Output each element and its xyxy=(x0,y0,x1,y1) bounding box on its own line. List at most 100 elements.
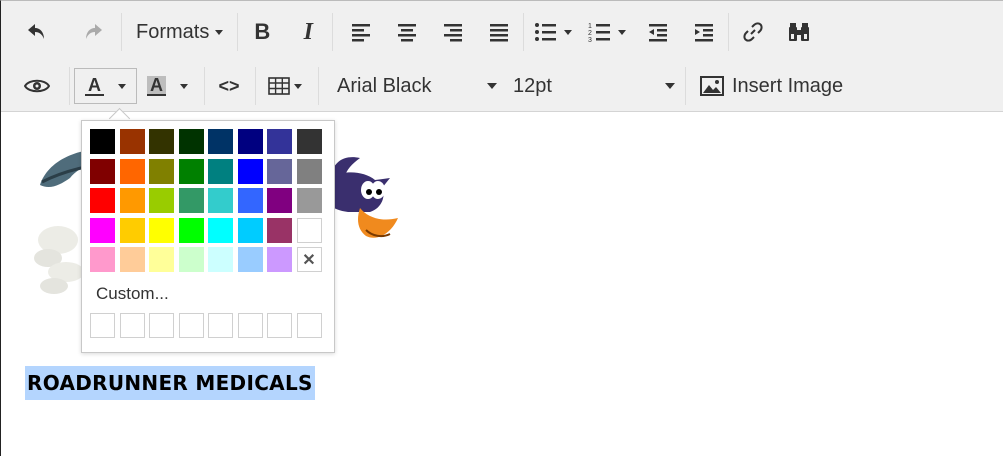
color-swatch[interactable] xyxy=(149,158,174,184)
toolbar-row-2: A A <> Arial Black 12pt Insert Image xyxy=(1,61,851,111)
custom-color-slot[interactable] xyxy=(90,313,115,338)
text-color-button[interactable]: A xyxy=(74,68,137,104)
color-swatch[interactable] xyxy=(237,217,263,243)
toolbar-separator xyxy=(332,13,334,51)
custom-color-link[interactable]: Custom... xyxy=(96,284,169,304)
toolbar-separator xyxy=(728,13,730,51)
color-swatch[interactable] xyxy=(208,188,233,213)
color-swatch[interactable] xyxy=(119,188,145,213)
custom-color-slot[interactable] xyxy=(237,313,263,338)
color-swatch[interactable] xyxy=(90,188,115,213)
color-swatch[interactable] xyxy=(296,129,322,154)
color-swatch[interactable] xyxy=(178,129,204,154)
color-swatch[interactable] xyxy=(296,188,322,213)
font-family-select[interactable]: Arial Black xyxy=(325,68,503,104)
custom-color-slot[interactable] xyxy=(149,313,174,338)
color-swatch[interactable] xyxy=(296,158,322,184)
color-swatch[interactable] xyxy=(178,188,204,213)
color-swatch[interactable] xyxy=(296,217,322,243)
color-swatch[interactable] xyxy=(267,188,292,213)
color-swatch[interactable] xyxy=(149,247,174,272)
undo-icon xyxy=(28,24,44,39)
background-color-icon: A xyxy=(147,76,166,96)
outdent-icon xyxy=(649,24,668,42)
link-icon xyxy=(743,22,763,42)
formats-dropdown[interactable]: Formats xyxy=(128,14,231,50)
chevron-down-icon[interactable] xyxy=(118,83,126,89)
custom-color-slot[interactable] xyxy=(178,313,204,338)
color-swatch[interactable] xyxy=(178,158,204,184)
italic-button[interactable]: I xyxy=(290,14,326,50)
color-swatch[interactable] xyxy=(267,158,292,184)
color-swatch[interactable] xyxy=(237,158,263,184)
custom-color-slot[interactable] xyxy=(267,313,292,338)
bullet-list-button[interactable] xyxy=(530,14,576,50)
align-left-button[interactable] xyxy=(343,14,379,50)
indent-button[interactable] xyxy=(686,14,722,50)
document-heading[interactable]: ROADRUNNER MEDICALS xyxy=(25,366,315,400)
remove-color-button[interactable]: ✕ xyxy=(296,247,322,272)
formats-label: Formats xyxy=(136,20,210,43)
color-swatch[interactable] xyxy=(208,158,233,184)
redo-icon xyxy=(86,24,102,39)
color-swatch[interactable] xyxy=(90,129,115,154)
font-size-value: 12pt xyxy=(513,74,552,97)
color-swatch[interactable] xyxy=(208,217,233,243)
toolbar-separator xyxy=(237,13,239,51)
align-justify-button[interactable] xyxy=(481,14,517,50)
source-code-button[interactable]: <> xyxy=(211,68,247,104)
color-swatch[interactable] xyxy=(208,129,233,154)
font-family-value: Arial Black xyxy=(337,74,432,97)
preview-button[interactable] xyxy=(19,68,55,104)
find-replace-button[interactable] xyxy=(781,14,817,50)
color-swatch[interactable] xyxy=(149,129,174,154)
color-swatch[interactable] xyxy=(237,188,263,213)
background-color-button[interactable]: A xyxy=(137,68,198,104)
numbered-list-button[interactable]: 123 xyxy=(584,14,630,50)
color-swatch[interactable] xyxy=(178,217,204,243)
preview-icon xyxy=(24,79,50,93)
bold-button[interactable]: B xyxy=(244,14,280,50)
color-swatch[interactable] xyxy=(208,247,233,272)
chevron-down-icon xyxy=(665,83,675,89)
custom-color-slot[interactable] xyxy=(296,313,322,338)
color-swatch[interactable] xyxy=(237,129,263,154)
color-swatch[interactable] xyxy=(90,158,115,184)
align-center-button[interactable] xyxy=(389,14,425,50)
color-swatch[interactable] xyxy=(119,217,145,243)
link-button[interactable] xyxy=(735,14,771,50)
color-swatch[interactable] xyxy=(237,247,263,272)
color-swatch[interactable] xyxy=(149,217,174,243)
font-size-select[interactable]: 12pt xyxy=(503,68,681,104)
toolbar-separator xyxy=(204,67,205,105)
color-swatch[interactable] xyxy=(119,158,145,184)
indent-icon xyxy=(695,24,714,42)
insert-image-button[interactable]: Insert Image xyxy=(692,68,851,104)
table-button[interactable] xyxy=(262,68,308,104)
color-swatch[interactable] xyxy=(267,217,292,243)
chevron-down-icon xyxy=(487,83,497,89)
find-icon xyxy=(789,23,810,41)
color-swatch[interactable] xyxy=(267,247,292,272)
align-right-button[interactable] xyxy=(435,14,471,50)
chevron-down-icon xyxy=(618,29,627,35)
editor-toolbar: Formats B I 123 A A <> Arial Black 12pt … xyxy=(1,1,1003,112)
outdent-button[interactable] xyxy=(640,14,676,50)
svg-text:1: 1 xyxy=(588,23,592,30)
custom-color-slot[interactable] xyxy=(208,313,233,338)
toolbar-separator xyxy=(685,67,686,105)
undo-button[interactable] xyxy=(19,14,55,50)
color-swatch[interactable] xyxy=(119,129,145,154)
align-right-icon xyxy=(444,24,463,42)
chevron-down-icon xyxy=(564,29,573,35)
color-swatch[interactable] xyxy=(267,129,292,154)
color-swatch[interactable] xyxy=(90,247,115,272)
color-swatch[interactable] xyxy=(178,247,204,272)
color-swatch[interactable] xyxy=(149,188,174,213)
redo-button[interactable] xyxy=(75,14,111,50)
svg-text:2: 2 xyxy=(588,30,592,37)
color-swatch[interactable] xyxy=(90,217,115,243)
chevron-down-icon xyxy=(294,83,302,89)
custom-color-slot[interactable] xyxy=(119,313,145,338)
color-swatch[interactable] xyxy=(119,247,145,272)
